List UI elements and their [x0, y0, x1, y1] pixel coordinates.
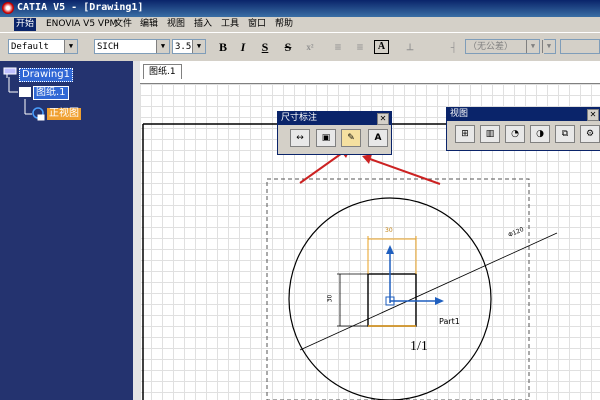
text-properties-toolbar: Default ▼ SICH ▼ 3.5 ▼ B I S S x² ≡ ≡ A …: [0, 32, 600, 62]
broken-view-icon[interactable]: ⧉: [555, 125, 575, 143]
menu-enovia[interactable]: ENOVIA V5 VPM: [44, 18, 119, 31]
bold-button[interactable]: B: [215, 40, 231, 54]
secondary-combo-arrow[interactable]: ▼: [542, 39, 556, 54]
dimension-toolbar-title[interactable]: 尺寸标注 ✕: [278, 112, 391, 125]
close-icon[interactable]: ✕: [377, 113, 389, 125]
window-title: CATIA V5 - [Drawing1]: [17, 2, 144, 13]
font-combo[interactable]: SICH ▼: [94, 39, 170, 54]
catia-logo-icon: [2, 2, 14, 14]
dimension-edit-icon[interactable]: ✎: [341, 129, 361, 147]
part-label: Part1: [439, 317, 460, 326]
menu-window[interactable]: 窗口: [246, 18, 268, 31]
dropdown-arrow-icon[interactable]: ▼: [526, 40, 539, 53]
sheet-icon: [19, 87, 31, 97]
superscript-icon[interactable]: x²: [302, 40, 318, 54]
view-toolbar-title-text: 视图: [450, 109, 469, 119]
view-toolbar: 视图 ✕ ⊞ ▥ ◔ ◑ ⧉ ⚙: [446, 107, 600, 151]
font-size-value: 3.5: [175, 42, 192, 52]
tree-scrollbar[interactable]: [133, 61, 140, 400]
drawing-canvas[interactable]: 图纸.1 30 30 Φ120 Part1 1/1 尺寸标注 ✕ ↔ ▣ ✎ A…: [140, 61, 600, 400]
dimension-toolbar-title-text: 尺寸标注: [281, 113, 318, 123]
dropdown-arrow-icon[interactable]: ▼: [156, 40, 169, 53]
view-icon: [32, 107, 45, 121]
specification-tree: Drawing1 图纸.1 正视图: [0, 61, 135, 400]
dropdown-arrow-icon[interactable]: ▼: [64, 40, 77, 53]
drawing-icon: [3, 67, 17, 78]
view-toolbar-title[interactable]: 视图 ✕: [447, 108, 600, 121]
menu-bar: 开始 ENOVIA V5 VPM 文件 编辑 视图 插入 工具 窗口 帮助: [0, 17, 600, 32]
menu-tools[interactable]: 工具: [219, 18, 241, 31]
strikethrough-button[interactable]: S: [280, 40, 296, 54]
menu-view[interactable]: 视图: [165, 18, 187, 31]
tree-item-front-view[interactable]: 正视图: [47, 108, 81, 120]
tolerance-value: （无公差）: [468, 42, 514, 52]
menu-help[interactable]: 帮助: [273, 18, 295, 31]
clipping-view-icon[interactable]: ◑: [530, 125, 550, 143]
dim-width-label[interactable]: 30: [385, 227, 393, 234]
scale-label: 1/1: [410, 339, 428, 354]
menu-file[interactable]: 文件: [112, 18, 134, 31]
text-icon[interactable]: A: [368, 129, 388, 147]
align-center-icon[interactable]: ≡: [352, 40, 368, 54]
tolerance-dim-icon[interactable]: ▣: [316, 129, 336, 147]
dim-height-label[interactable]: 30: [326, 295, 333, 303]
menu-start[interactable]: 开始: [14, 18, 37, 31]
value-field[interactable]: [560, 39, 600, 54]
tolerance-combo[interactable]: （无公差） ▼: [465, 39, 540, 54]
menu-insert[interactable]: 插入: [192, 18, 214, 31]
projection-icon[interactable]: ⊞: [455, 125, 475, 143]
tree-item-drawing[interactable]: Drawing1: [19, 68, 73, 82]
title-bar: CATIA V5 - [Drawing1]: [0, 0, 600, 17]
style-value: Default: [11, 42, 49, 52]
dropdown-arrow-icon[interactable]: ▼: [192, 40, 205, 53]
section-view-icon[interactable]: ▥: [480, 125, 500, 143]
menu-edit[interactable]: 编辑: [138, 18, 160, 31]
tolerance-icon[interactable]: ┤: [446, 40, 462, 54]
align-left-icon[interactable]: ≡: [330, 40, 346, 54]
dimension-icon[interactable]: ↔: [290, 129, 310, 147]
dimension-toolbar: 尺寸标注 ✕ ↔ ▣ ✎ A: [277, 111, 392, 155]
font-size-combo[interactable]: 3.5 ▼: [172, 39, 206, 54]
dropdown-arrow-icon[interactable]: ▼: [542, 40, 555, 53]
tree-item-sheet[interactable]: 图纸.1: [33, 86, 69, 100]
underline-button[interactable]: S: [257, 40, 273, 54]
anchor-point-icon[interactable]: ⊥: [402, 40, 418, 54]
detail-view-icon[interactable]: ◔: [505, 125, 525, 143]
style-combo[interactable]: Default ▼: [8, 39, 78, 54]
font-value: SICH: [97, 42, 119, 52]
close-icon[interactable]: ✕: [587, 109, 599, 121]
italic-button[interactable]: I: [235, 40, 251, 54]
wizard-icon[interactable]: ⚙: [580, 125, 600, 143]
frame-button[interactable]: A: [374, 40, 389, 54]
